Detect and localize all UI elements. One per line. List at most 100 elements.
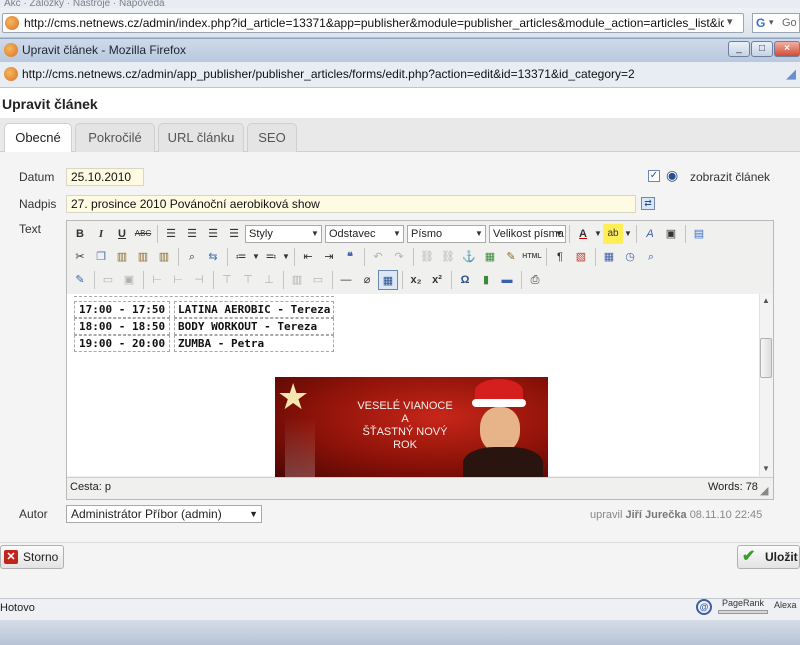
chevron-down-icon[interactable]: ▼ bbox=[249, 506, 258, 522]
link-icon[interactable]: ⛓ bbox=[417, 247, 437, 267]
autor-select[interactable]: Administrátor Příbor (admin) ▼ bbox=[66, 505, 262, 523]
row-props-icon[interactable]: ▭ bbox=[98, 270, 118, 290]
close-window-button[interactable]: × bbox=[774, 41, 800, 57]
save-button[interactable]: ✔ Uložit bbox=[737, 545, 800, 569]
chevron-down-icon[interactable]: ▼ bbox=[252, 247, 260, 267]
font-select[interactable]: Písmo ▼ bbox=[407, 225, 486, 243]
chevron-down-icon[interactable]: ▼ bbox=[594, 224, 602, 244]
row-before-icon[interactable]: ⊢ bbox=[147, 270, 167, 290]
image-icon[interactable]: ▦ bbox=[480, 247, 500, 267]
paste-text-icon[interactable]: ▥ bbox=[133, 247, 153, 267]
chevron-down-icon[interactable]: ▼ bbox=[282, 247, 290, 267]
align-center-icon[interactable]: ☰ bbox=[182, 224, 202, 244]
background-search-box[interactable]: G ▾ Go bbox=[752, 13, 800, 33]
cancel-button[interactable]: ✕ Storno bbox=[0, 545, 64, 569]
copy-icon[interactable]: ❐ bbox=[91, 247, 111, 267]
scrollbar-thumb[interactable] bbox=[760, 338, 772, 378]
paste-icon[interactable]: ▥ bbox=[112, 247, 132, 267]
align-left-icon[interactable]: ☰ bbox=[161, 224, 181, 244]
preview-icon[interactable]: ⌕ bbox=[641, 247, 661, 267]
editor-scrollbar[interactable]: ▲ ▼ bbox=[759, 294, 773, 476]
minimize-button[interactable]: _ bbox=[728, 41, 750, 57]
url-dropdown-icon[interactable]: ▾ bbox=[727, 15, 733, 28]
chevron-down-icon[interactable]: ▼ bbox=[624, 224, 632, 244]
html-source-icon[interactable]: HTML bbox=[522, 247, 542, 267]
unlink-icon[interactable]: ⛓ bbox=[438, 247, 458, 267]
show-article-label[interactable]: zobrazit článek bbox=[690, 170, 770, 184]
find-icon[interactable]: ⌕ bbox=[182, 247, 202, 267]
indent-icon[interactable]: ⇥ bbox=[319, 247, 339, 267]
remove-format-icon[interactable]: A bbox=[640, 224, 660, 244]
alexa-widget[interactable]: Alexa bbox=[774, 600, 797, 610]
col-before-icon[interactable]: ⊤ bbox=[217, 270, 237, 290]
tab-obecne[interactable]: Obecné bbox=[4, 123, 72, 153]
styles-select[interactable]: Styly ▼ bbox=[245, 225, 322, 243]
tab-pokrocile[interactable]: Pokročilé bbox=[75, 123, 155, 152]
christmas-banner-image[interactable]: ★ VESELÉ VIANOCE A ŠŤASTNÝ NOVÝ ROK bbox=[275, 377, 548, 477]
insert-time-icon[interactable]: ◷ bbox=[620, 247, 640, 267]
media-icon[interactable]: ▮ bbox=[476, 270, 496, 290]
nadpis-input[interactable]: 27. prosince 2010 Povánoční aerobiková s… bbox=[66, 195, 636, 213]
subscript-icon[interactable]: x₂ bbox=[406, 270, 426, 290]
delete-col-icon[interactable]: ⊥ bbox=[259, 270, 279, 290]
tab-seo[interactable]: SEO bbox=[247, 123, 297, 152]
datum-input[interactable]: 25.10.2010 bbox=[66, 168, 144, 186]
align-justify-icon[interactable]: ☰ bbox=[224, 224, 244, 244]
delete-row-icon[interactable]: ⊣ bbox=[189, 270, 209, 290]
font-size-select[interactable]: Velikost písma ▼ bbox=[489, 225, 566, 243]
remove-format-icon[interactable]: ⌀ bbox=[357, 270, 377, 290]
media-icon[interactable]: ▣ bbox=[661, 224, 681, 244]
window-url-text[interactable]: http://cms.netnews.cz/admin/app_publishe… bbox=[22, 67, 635, 81]
cleanup-icon[interactable]: ✎ bbox=[501, 247, 521, 267]
search-go-label[interactable]: Go bbox=[782, 17, 797, 29]
scroll-down-icon[interactable]: ▼ bbox=[762, 464, 770, 473]
special-char-icon[interactable]: Ω bbox=[455, 270, 475, 290]
blockquote-icon[interactable]: ❝ bbox=[340, 247, 360, 267]
search-engine-dropdown-icon[interactable]: ▾ bbox=[769, 17, 774, 28]
bold-icon[interactable]: B bbox=[70, 224, 90, 244]
tab-url-clanku[interactable]: URL článku bbox=[158, 123, 244, 152]
url-dropdown-icon[interactable]: ◢ bbox=[786, 66, 796, 82]
pagerank-icon[interactable]: @ bbox=[696, 599, 712, 615]
resize-handle-icon[interactable]: ◢ bbox=[760, 484, 768, 497]
fullscreen-icon[interactable]: ▤ bbox=[689, 224, 709, 244]
scroll-up-icon[interactable]: ▲ bbox=[762, 296, 770, 305]
superscript-icon[interactable]: x² bbox=[427, 270, 447, 290]
col-after-icon[interactable]: ⊤ bbox=[238, 270, 258, 290]
merge-cells-icon[interactable]: ▭ bbox=[308, 270, 328, 290]
pagerank-widget[interactable]: PageRank bbox=[718, 598, 768, 618]
split-cells-icon[interactable]: ▥ bbox=[287, 270, 307, 290]
numbered-list-icon[interactable]: ≕ bbox=[261, 247, 281, 267]
strikethrough-icon[interactable]: ABC bbox=[133, 224, 153, 244]
visual-aid-icon[interactable]: ▧ bbox=[571, 247, 591, 267]
align-right-icon[interactable]: ☰ bbox=[203, 224, 223, 244]
row-after-icon[interactable]: ⊢ bbox=[168, 270, 188, 290]
redo-icon[interactable]: ↷ bbox=[389, 247, 409, 267]
outdent-icon[interactable]: ⇤ bbox=[298, 247, 318, 267]
visual-aid-toggle-icon[interactable]: ▦ bbox=[378, 270, 398, 290]
anchor-icon[interactable]: ⚓ bbox=[459, 247, 479, 267]
print-icon[interactable]: ⎙ bbox=[525, 270, 545, 290]
highlight-color-icon[interactable]: ab bbox=[603, 224, 623, 244]
horizontal-rule-icon[interactable]: — bbox=[336, 270, 356, 290]
paragraph-mark-icon[interactable]: ¶ bbox=[550, 247, 570, 267]
text-color-icon[interactable]: A bbox=[573, 224, 593, 244]
format-select[interactable]: Odstavec ▼ bbox=[325, 225, 404, 243]
title-tool-icon[interactable]: ⇄ bbox=[641, 197, 655, 210]
undo-icon[interactable]: ↶ bbox=[368, 247, 388, 267]
schedule-class-1: LATINA AEROBIC - Tereza bbox=[174, 301, 334, 318]
insert-date-icon[interactable]: ▦ bbox=[599, 247, 619, 267]
underline-icon[interactable]: U bbox=[112, 224, 132, 244]
cell-props-icon[interactable]: ▣ bbox=[119, 270, 139, 290]
cut-icon[interactable]: ✂ bbox=[70, 247, 90, 267]
hr-advanced-icon[interactable]: ▬ bbox=[497, 270, 517, 290]
insert-table-icon[interactable]: ✎ bbox=[70, 270, 90, 290]
background-url-text[interactable]: http://cms.netnews.cz/admin/index.php?id… bbox=[24, 16, 724, 30]
paste-word-icon[interactable]: ▥ bbox=[154, 247, 174, 267]
show-article-checkbox[interactable]: ✓ bbox=[648, 170, 660, 182]
replace-icon[interactable]: ⇆ bbox=[203, 247, 223, 267]
schedule-class-2: BODY WORKOUT - Tereza bbox=[174, 318, 334, 335]
maximize-button[interactable]: □ bbox=[751, 41, 773, 57]
italic-icon[interactable]: I bbox=[91, 224, 111, 244]
bullet-list-icon[interactable]: ≔ bbox=[231, 247, 251, 267]
